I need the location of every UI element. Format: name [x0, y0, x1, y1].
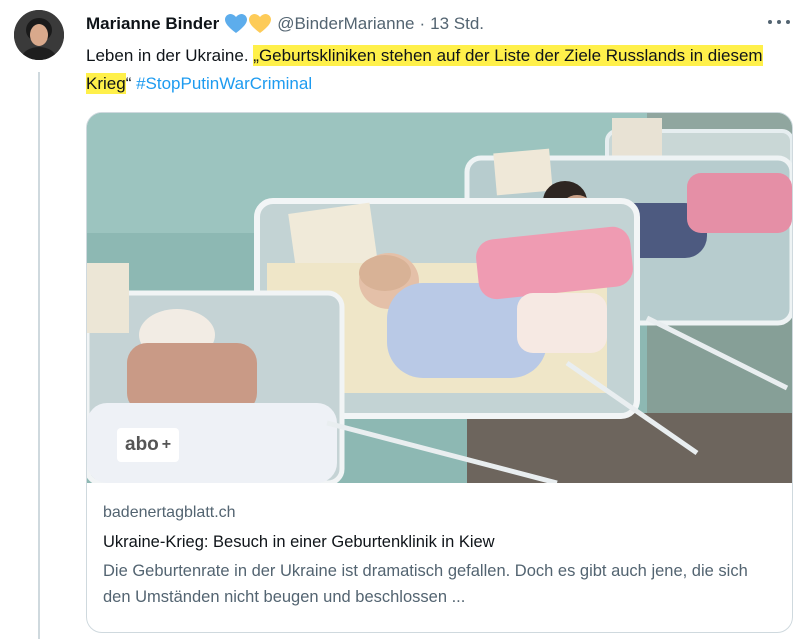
tweet-header: Marianne Binder @BinderMarianne · 13 Std… — [86, 12, 484, 36]
abo-badge: abo + — [117, 428, 180, 462]
yellow-heart-icon — [249, 14, 272, 34]
closing-quote: “ — [125, 74, 137, 93]
card-title[interactable]: Ukraine-Krieg: Besuch in einer Geburtenk… — [103, 529, 778, 555]
abo-badge-text: abo — [125, 434, 159, 455]
link-preview-card[interactable]: abo + badenertagblatt.ch Ukraine-Krieg: B… — [86, 112, 793, 633]
author-name[interactable]: Marianne Binder — [86, 14, 219, 34]
hashtag-link[interactable]: #StopPutinWarCriminal — [136, 74, 312, 93]
timestamp[interactable]: 13 Std. — [430, 14, 484, 34]
card-description: Die Geburtenrate in der Ukraine ist dram… — [103, 562, 748, 606]
avatar[interactable] — [14, 10, 64, 60]
blue-heart-icon — [225, 14, 248, 34]
more-options-icon[interactable] — [768, 14, 790, 30]
card-body[interactable]: badenertagblatt.ch Ukraine-Krieg: Besuch… — [103, 493, 778, 610]
tweet-text: Leben in der Ukraine. „Geburtskliniken s… — [86, 42, 766, 98]
more-dot — [786, 20, 790, 24]
more-dot — [768, 20, 772, 24]
thread-line — [38, 72, 40, 639]
tweet-text-prefix: Leben in der Ukraine. — [86, 46, 254, 65]
card-domain: badenertagblatt.ch — [103, 504, 236, 521]
abo-plus: + — [161, 436, 172, 453]
separator-dot: · — [419, 14, 426, 33]
more-dot — [777, 20, 781, 24]
author-handle[interactable]: @BinderMarianne — [277, 14, 414, 34]
card-image[interactable]: abo + — [87, 113, 792, 483]
